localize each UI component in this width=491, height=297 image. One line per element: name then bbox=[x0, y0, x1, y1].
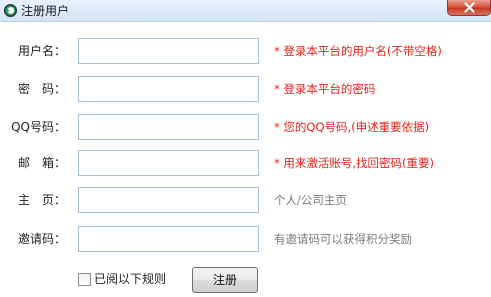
qq-number-input[interactable] bbox=[78, 114, 259, 140]
homepage-hint: 个人/公司主页 bbox=[274, 193, 347, 207]
username-hint: * 登录本平台的用户名(不带空格) bbox=[274, 44, 442, 58]
app-logo-icon bbox=[3, 3, 18, 18]
username-label: 用户名： bbox=[17, 44, 66, 58]
invite-code-hint: 有邀请码可以获得积分奖励 bbox=[274, 232, 412, 246]
qq-number-label: QQ号码： bbox=[11, 120, 66, 134]
password-input[interactable] bbox=[78, 76, 259, 102]
email-input[interactable] bbox=[78, 150, 259, 176]
agree-rules-checkbox[interactable] bbox=[78, 273, 91, 286]
window-title: 注册用户 bbox=[21, 4, 70, 18]
qq-number-hint: * 您的QQ号码,(申述重要依据) bbox=[274, 120, 430, 134]
email-hint: * 用来激活账号,找回密码(重要) bbox=[274, 156, 435, 170]
register-user-window: 注册用户 用户名： * 登录本平台的用户名(不带空格) 密 码： * 登录本平台… bbox=[0, 0, 491, 297]
register-button[interactable]: 注册 bbox=[192, 267, 258, 293]
username-input[interactable] bbox=[78, 38, 259, 64]
invite-code-input[interactable] bbox=[78, 226, 259, 252]
title-bar: 注册用户 bbox=[0, 0, 491, 22]
agree-rules-label[interactable]: 已阅以下规则 bbox=[94, 269, 166, 289]
close-button[interactable] bbox=[447, 0, 491, 16]
password-label: 密 码： bbox=[17, 82, 66, 96]
homepage-label: 主 页： bbox=[17, 193, 66, 207]
close-x-icon bbox=[464, 2, 475, 13]
email-label: 邮 箱： bbox=[17, 156, 66, 170]
homepage-input[interactable] bbox=[78, 187, 259, 213]
password-hint: * 登录本平台的密码 bbox=[274, 82, 376, 96]
invite-code-label: 邀请码： bbox=[17, 232, 66, 246]
